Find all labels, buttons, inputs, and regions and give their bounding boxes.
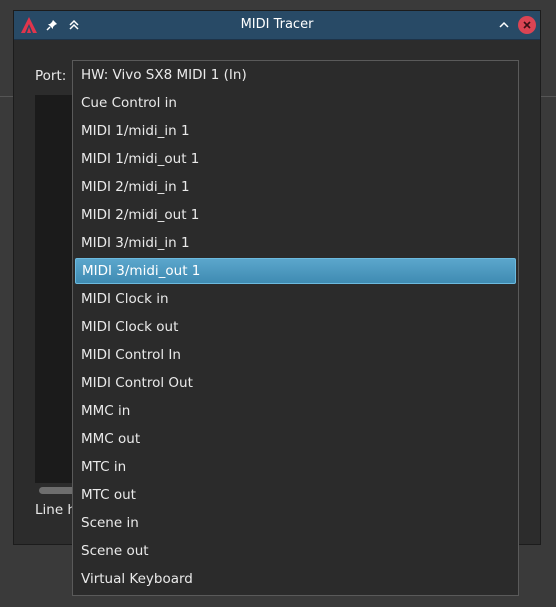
port-option[interactable]: Scene in — [75, 510, 516, 536]
port-option-selected[interactable]: MIDI 3/midi_out 1 — [75, 258, 516, 284]
port-option[interactable]: Cue Control in — [75, 90, 516, 116]
close-icon[interactable] — [518, 16, 536, 34]
port-option[interactable]: MIDI 1/midi_out 1 — [75, 146, 516, 172]
port-option[interactable]: MIDI 3/midi_in 1 — [75, 230, 516, 256]
title-bar[interactable]: MIDI Tracer — [14, 11, 540, 40]
window-title: MIDI Tracer — [240, 17, 314, 32]
port-option[interactable]: Virtual Keyboard — [75, 566, 516, 592]
port-label: Port: — [35, 68, 67, 84]
port-option[interactable]: MIDI Control In — [75, 342, 516, 368]
port-option[interactable]: MTC out — [75, 482, 516, 508]
port-option[interactable]: MMC in — [75, 398, 516, 424]
port-option[interactable]: Scene out — [75, 538, 516, 564]
port-option[interactable]: MMC out — [75, 426, 516, 452]
port-option[interactable]: MIDI Clock out — [75, 314, 516, 340]
port-option[interactable]: HW: Vivo SX8 MIDI 1 (In) — [75, 62, 516, 88]
port-option[interactable]: MIDI 2/midi_in 1 — [75, 174, 516, 200]
minimize-icon[interactable] — [494, 11, 514, 39]
close-button[interactable] — [516, 11, 538, 39]
port-option[interactable]: MIDI 1/midi_in 1 — [75, 118, 516, 144]
port-option[interactable]: MIDI Clock in — [75, 286, 516, 312]
line-history-label: Line h — [35, 502, 76, 518]
port-option[interactable]: MTC in — [75, 454, 516, 480]
port-option[interactable]: MIDI Control Out — [75, 370, 516, 396]
port-option[interactable]: MIDI 2/midi_out 1 — [75, 202, 516, 228]
port-dropdown-list[interactable]: HW: Vivo SX8 MIDI 1 (In) Cue Control in … — [72, 60, 519, 596]
